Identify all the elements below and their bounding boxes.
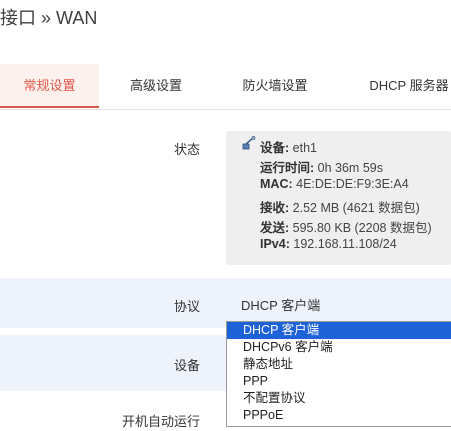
status-panel: 设备: eth1 运行时间: 0h 36m 59s MAC: 4E:DE:DE:… xyxy=(226,131,451,265)
status-uptime: 运行时间: 0h 36m 59s xyxy=(260,161,383,175)
protocol-option-dhcpv6-client[interactable]: DHCPv6 客户端 xyxy=(227,339,451,356)
device-label: 设备 xyxy=(173,358,200,373)
protocol-option-unmanaged[interactable]: 不配置协议 xyxy=(227,390,451,407)
status-label: 状态 xyxy=(173,142,200,157)
status-ipv4: IPv4: 192.168.11.108/24 xyxy=(260,237,397,251)
protocol-option-pppoe[interactable]: PPPoE xyxy=(227,407,451,424)
protocol-label: 协议 xyxy=(173,299,200,314)
tab-dhcp-server[interactable]: DHCP 服务器 xyxy=(359,64,451,108)
status-tx: 发送: 595.80 KB (2208 数据包) xyxy=(260,221,432,235)
protocol-dropdown-list: DHCP 客户端 DHCPv6 客户端 静态地址 PPP 不配置协议 PPPoE xyxy=(226,321,451,427)
protocol-option-ppp[interactable]: PPP xyxy=(227,373,451,390)
protocol-option-static-address[interactable]: 静态地址 xyxy=(227,356,451,373)
network-port-icon xyxy=(242,136,256,150)
autostart-label: 开机自动运行 xyxy=(121,414,200,429)
protocol-option-dhcp-client[interactable]: DHCP 客户端 xyxy=(227,322,451,339)
tab-firewall-settings[interactable]: 防火墙设置 xyxy=(225,64,325,108)
status-mac: MAC: 4E:DE:DE:F9:3E:A4 xyxy=(260,177,409,191)
status-device: 设备: eth1 xyxy=(260,141,317,155)
page-title: 接口 » WAN xyxy=(0,8,98,28)
tab-bar: 常规设置 高级设置 防火墙设置 DHCP 服务器 xyxy=(0,64,451,110)
tab-general-settings[interactable]: 常规设置 xyxy=(0,64,99,108)
tab-advanced-settings[interactable]: 高级设置 xyxy=(106,64,206,108)
status-rx: 接收: 2.52 MB (4621 数据包) xyxy=(260,201,420,215)
protocol-select[interactable]: DHCP 客户端 xyxy=(241,295,320,314)
